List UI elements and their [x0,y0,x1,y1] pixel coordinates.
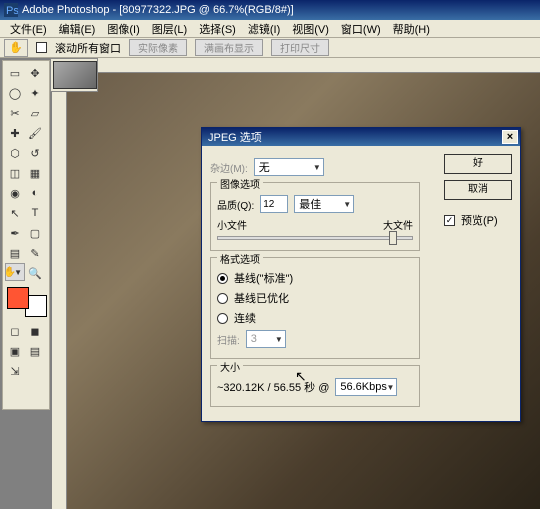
matte-select[interactable]: 无 [254,158,324,176]
hand-tool-icon-tb[interactable]: ✋ [5,263,25,281]
eraser-tool-icon[interactable]: ◫ [5,163,25,183]
crop-tool-icon[interactable]: ✂ [5,103,25,123]
blur-tool-icon[interactable]: ◉ [5,183,25,203]
preview-label: 预览(P) [461,212,498,228]
app-titlebar: Ps Adobe Photoshop - [80977322.JPG @ 66.… [0,0,540,20]
small-file-label: 小文件 [217,217,247,232]
pen-tool-icon[interactable]: ✒ [5,223,25,243]
stamp-tool-icon[interactable]: ⬡ [5,143,25,163]
menu-help[interactable]: 帮助(H) [387,21,436,37]
dialog-title: JPEG 选项 [208,129,262,145]
ruler-vertical [52,73,67,509]
jpeg-options-dialog: JPEG 选项 × 好 取消 ✓ 预览(P) 杂边(M): 无 图像选项 品质(… [201,127,521,422]
actual-pixels-button[interactable]: 实际像素 [129,39,187,56]
wand-tool-icon[interactable]: ✦ [25,83,45,103]
fg-color[interactable] [7,287,29,309]
zoom-tool-icon[interactable]: 🔍 [25,263,45,283]
options-bar: ✋ 滚动所有窗口 实际像素 满画布显示 打印尺寸 [0,38,540,58]
quickmask-icon[interactable]: ◼ [25,321,45,341]
matte-label: 杂边(M): [210,160,248,175]
print-size-button[interactable]: 打印尺寸 [271,39,329,56]
format-options-label: 格式选项 [217,251,263,266]
screenmode2-icon[interactable]: ▤ [25,341,45,361]
size-label: 大小 [217,359,243,374]
history-brush-icon[interactable]: ↺ [25,143,45,163]
scans-label: 扫描: [217,332,240,347]
svg-text:Ps: Ps [6,5,18,17]
shape-tool-icon[interactable]: ▢ [25,223,45,243]
menu-view[interactable]: 视图(V) [286,21,335,37]
menu-filter[interactable]: 滤镜(I) [242,21,286,37]
dodge-tool-icon[interactable]: ◐ [25,183,45,203]
dialog-titlebar[interactable]: JPEG 选项 × [202,128,520,146]
marquee-tool-icon[interactable]: ▭ [5,63,25,83]
jump-to-icon[interactable]: ⇲ [5,361,25,381]
eyedropper-tool-icon[interactable]: ✎ [25,243,45,263]
progressive-label: 连续 [234,310,256,326]
baseline-optimized-label: 基线已优化 [234,290,289,306]
scroll-all-checkbox[interactable] [36,42,47,53]
hand-tool-icon[interactable]: ✋ [4,39,28,57]
baseline-standard-label: 基线("标准") [234,270,293,286]
gradient-tool-icon[interactable]: ▦ [25,163,45,183]
heal-tool-icon[interactable]: ✚ [5,123,25,143]
quality-input[interactable] [260,195,288,213]
image-options-label: 图像选项 [217,176,263,191]
size-text: ~320.12K / 56.55 秒 @ [217,379,329,395]
screenmode1-icon[interactable]: ▣ [5,341,25,361]
quality-label: 品质(Q): [217,197,254,212]
type-tool-icon[interactable]: T [25,203,45,223]
ruler-horizontal [67,58,540,73]
large-file-label: 大文件 [383,217,413,232]
scroll-all-label: 滚动所有窗口 [55,40,121,56]
cancel-button[interactable]: 取消 [444,180,512,200]
notes-tool-icon[interactable]: ▤ [5,243,25,263]
app-icon: Ps [4,3,18,17]
color-swatch[interactable] [7,287,47,317]
app-title: Adobe Photoshop - [80977322.JPG @ 66.7%(… [22,4,294,16]
menubar: 文件(E) 编辑(E) 图像(I) 图层(L) 选择(S) 滤镜(I) 视图(V… [0,20,540,38]
lasso-tool-icon[interactable]: ◯ [5,83,25,103]
baseline-standard-radio[interactable] [217,273,228,284]
thumbnail-panel[interactable] [50,58,98,92]
scans-select: 3 [246,330,286,348]
mask-mode-icon[interactable]: ◻ [5,321,25,341]
quality-slider[interactable] [217,236,413,240]
menu-file[interactable]: 文件(E) [4,21,53,37]
slider-thumb[interactable] [389,231,397,245]
bps-select[interactable]: 56.6Kbps [335,378,397,396]
ok-button[interactable]: 好 [444,154,512,174]
brush-tool-icon[interactable]: 🖌 [25,123,45,143]
close-icon[interactable]: × [502,130,518,144]
thumbnail[interactable] [53,61,97,89]
slice-tool-icon[interactable]: ▱ [25,103,45,123]
menu-edit[interactable]: 编辑(E) [53,21,102,37]
menu-select[interactable]: 选择(S) [193,21,242,37]
preview-checkbox[interactable]: ✓ [444,215,455,226]
menu-window[interactable]: 窗口(W) [335,21,387,37]
quality-preset-select[interactable]: 最佳 [294,195,354,213]
progressive-radio[interactable] [217,313,228,324]
menu-image[interactable]: 图像(I) [101,21,145,37]
move-tool-icon[interactable]: ✥ [25,63,45,83]
path-tool-icon[interactable]: ↖ [5,203,25,223]
menu-layer[interactable]: 图层(L) [146,21,193,37]
baseline-optimized-radio[interactable] [217,293,228,304]
fit-screen-button[interactable]: 满画布显示 [195,39,263,56]
toolbox: ▭✥ ◯✦ ✂▱ ✚🖌 ⬡↺ ◫▦ ◉◐ ↖T ✒▢ ▤✎ ✋🔍 ◻◼ ▣▤ ⇲ [2,60,50,410]
